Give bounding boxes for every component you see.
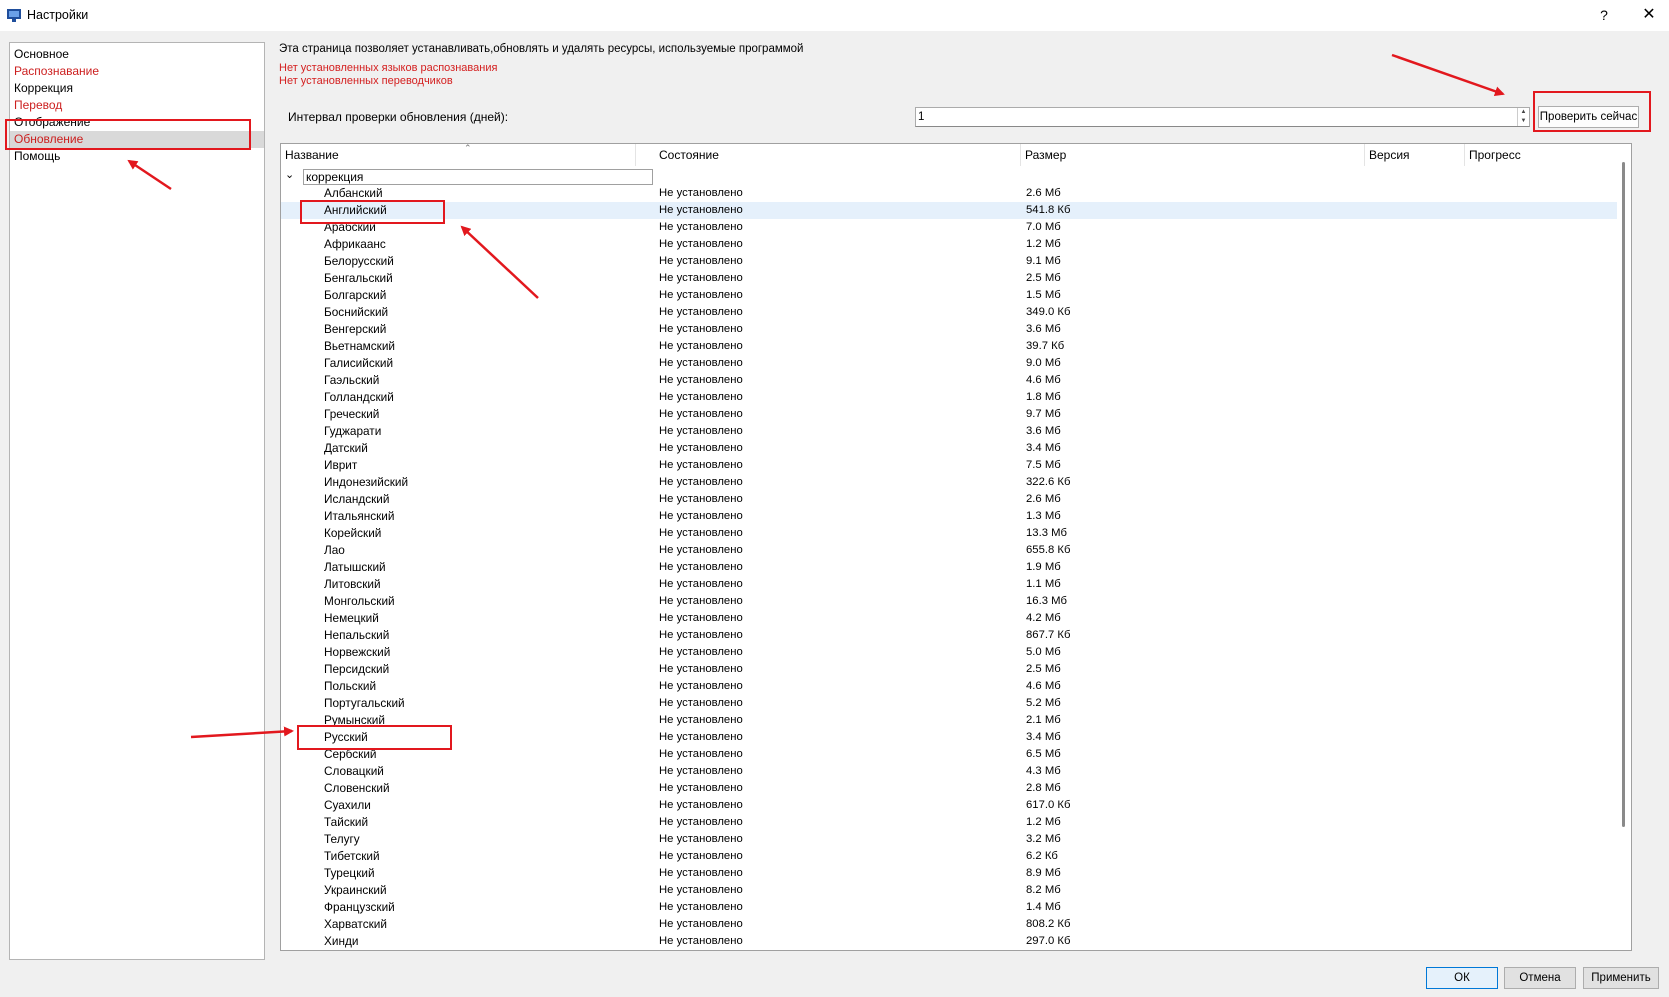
arrow-to-check-now — [1391, 53, 1505, 97]
annotation-arrows — [127, 53, 1505, 739]
arrow-to-english — [460, 225, 539, 299]
arrow-to-update — [127, 159, 172, 191]
arrow-to-russian — [190, 726, 294, 739]
